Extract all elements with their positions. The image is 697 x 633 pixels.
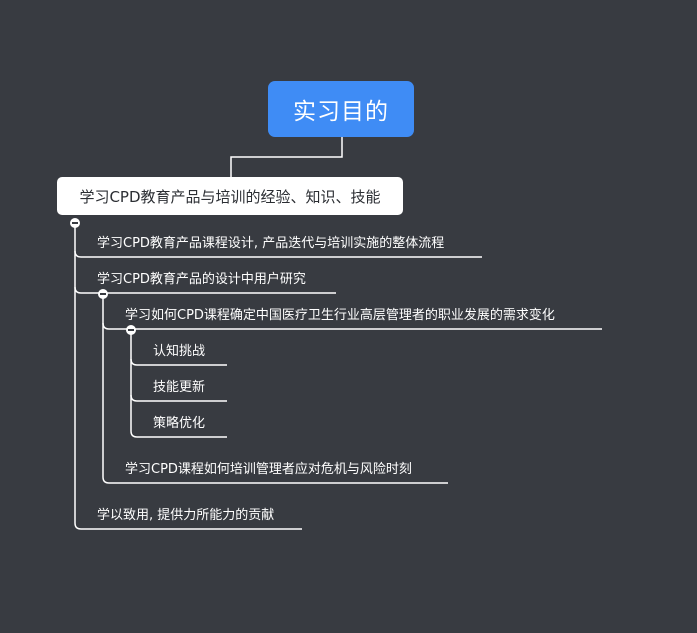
root-topic-label: 实习目的 — [293, 99, 389, 125]
leaf-skill-update[interactable]: 技能更新 — [153, 380, 205, 396]
root-topic[interactable]: 实习目的 — [268, 81, 414, 137]
leaf-strategy-optimization[interactable]: 策略优化 — [153, 416, 205, 432]
collapse-toggle-main-topic[interactable] — [70, 218, 80, 228]
leaf-cognitive-challenge[interactable]: 认知挑战 — [153, 344, 205, 360]
subtopic-crisis-training[interactable]: 学习CPD课程如何培训管理者应对危机与风险时刻 — [125, 462, 412, 478]
subtopic-apply-learning[interactable]: 学以致用, 提供力所能力的贡献 — [97, 508, 274, 524]
subtopic-user-research[interactable]: 学习CPD教育产品的设计中用户研究 — [97, 272, 306, 288]
subtopic-demand-change[interactable]: 学习如何CPD课程确定中国医疗卫生行业高层管理者的职业发展的需求变化 — [125, 308, 555, 324]
main-topic-label: 学习CPD教育产品与培训的经验、知识、技能 — [79, 187, 381, 206]
subtopic-course-design-process[interactable]: 学习CPD教育产品课程设计, 产品迭代与培训实施的整体流程 — [97, 236, 444, 252]
main-topic[interactable]: 学习CPD教育产品与培训的经验、知识、技能 — [57, 177, 403, 215]
collapse-toggle-child-2[interactable] — [98, 289, 108, 299]
collapse-toggle-grandchild-1[interactable] — [126, 325, 136, 335]
root-connector — [230, 137, 343, 177]
